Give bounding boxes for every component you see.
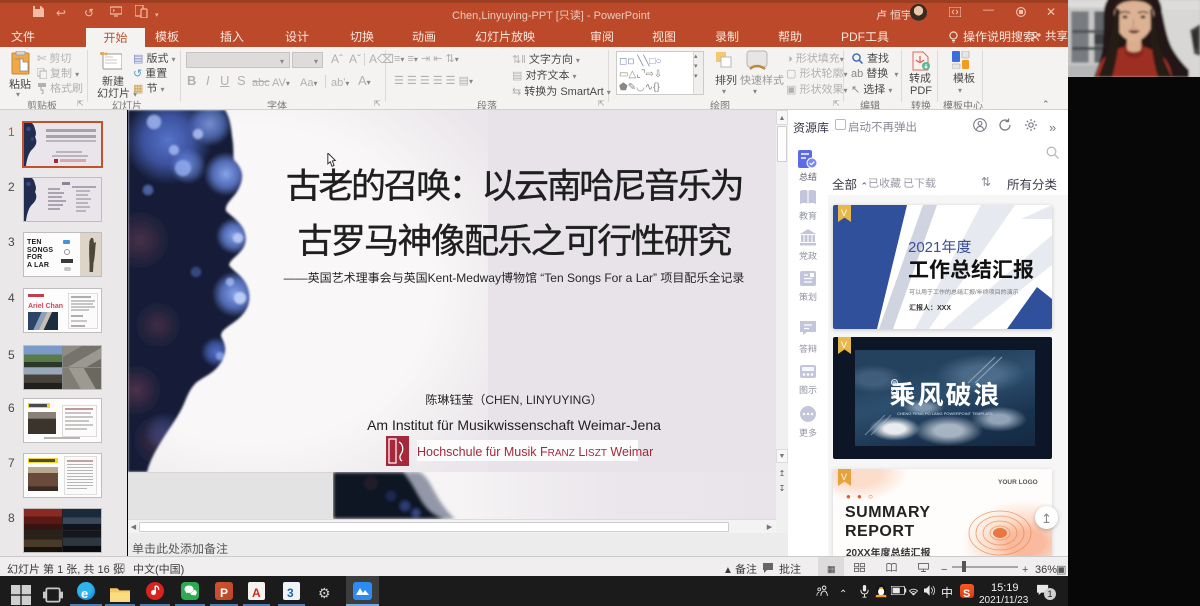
svg-text:V: V [841, 470, 847, 483]
svg-text:V: V [841, 206, 847, 219]
svg-text:V: V [841, 338, 847, 351]
